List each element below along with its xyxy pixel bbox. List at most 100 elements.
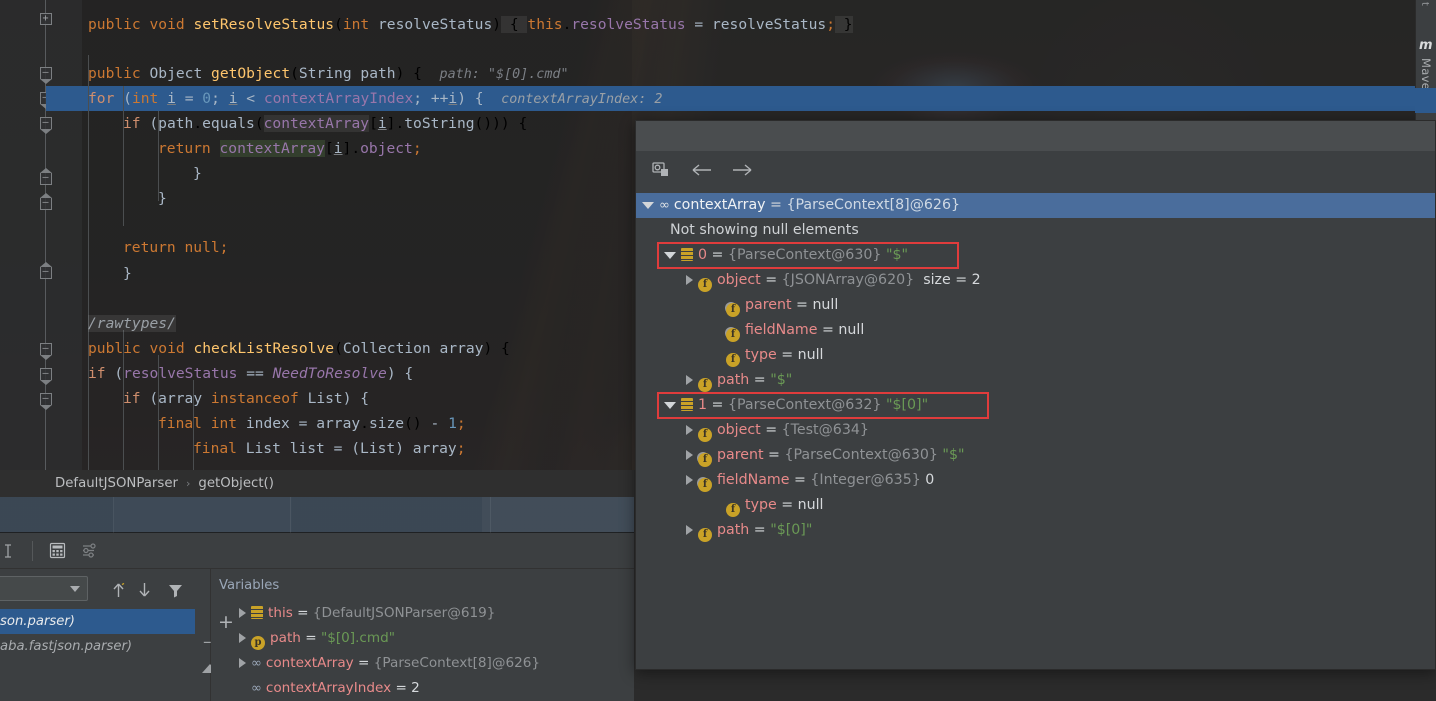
stack-icon bbox=[681, 398, 693, 411]
chevron-right-icon[interactable] bbox=[686, 275, 693, 285]
stack-icon bbox=[251, 606, 263, 619]
node-suffix: 0 bbox=[925, 472, 935, 488]
chevron-down-icon[interactable] bbox=[642, 201, 654, 209]
chevron-right-icon[interactable] bbox=[686, 525, 693, 535]
popup-title-bar[interactable] bbox=[636, 121, 1435, 151]
variable-name: contextArrayIndex bbox=[265, 680, 392, 696]
node-name: path bbox=[717, 372, 750, 388]
toolbar-divider bbox=[32, 540, 33, 561]
debug-tool-window: son.parser) aba.fastjson.parser) – Varia… bbox=[0, 533, 634, 701]
code-line: return null; bbox=[123, 239, 229, 256]
chevron-down-icon[interactable] bbox=[664, 251, 676, 259]
arrow-right-icon[interactable] bbox=[730, 161, 754, 183]
code-line: public void checkListResolve(Collection … bbox=[88, 340, 510, 357]
tree-row-note: Not showing null elements bbox=[636, 218, 1435, 243]
node-value: {JSONArray@620} bbox=[781, 272, 915, 288]
tree-row-field[interactable]: f parent = null bbox=[636, 293, 1435, 318]
field-shadow-icon: f bbox=[698, 478, 712, 492]
tree-row-index-0[interactable]: 0 = {ParseContext@630} "$" bbox=[657, 242, 959, 269]
field-icon: f bbox=[698, 278, 712, 292]
code-line: final int index = array.size() - 1; bbox=[158, 415, 466, 432]
funnel-icon[interactable] bbox=[167, 582, 184, 603]
breadcrumb[interactable]: DefaultJSONParser › getObject() bbox=[0, 470, 634, 497]
node-name: type bbox=[745, 347, 777, 363]
node-value: {Test@634} bbox=[781, 422, 869, 438]
node-value: null bbox=[838, 322, 865, 338]
node-value: {ParseContext@630} bbox=[727, 247, 882, 263]
tree-row-field[interactable]: f path = "$[0]" bbox=[636, 518, 1435, 543]
code-line: public Object getObject(String path) { p… bbox=[88, 65, 569, 82]
breadcrumb-class[interactable]: DefaultJSONParser bbox=[55, 476, 178, 491]
variable-value: "$[0].cmd" bbox=[320, 630, 396, 646]
node-value: "$[0]" bbox=[770, 522, 813, 538]
text-caret-icon[interactable] bbox=[0, 541, 18, 561]
node-suffix: "$[0]" bbox=[885, 397, 929, 413]
arrow-left-icon[interactable] bbox=[690, 161, 714, 183]
variables-list[interactable]: this = {DefaultJSONParser@619} p path = "… bbox=[211, 601, 634, 701]
equals-sign: = bbox=[358, 655, 370, 671]
variable-row[interactable]: ∞ contextArray = {ParseContext[8]@626} bbox=[239, 651, 634, 676]
variable-value: 2 bbox=[411, 680, 420, 696]
variable-row[interactable]: this = {DefaultJSONParser@619} bbox=[239, 601, 634, 626]
field-shadow-icon: f bbox=[698, 453, 712, 467]
variable-name: path bbox=[270, 630, 301, 646]
equals-sign: = bbox=[753, 372, 766, 388]
chevron-right-icon[interactable] bbox=[239, 658, 246, 668]
frames-list[interactable]: son.parser) aba.fastjson.parser) bbox=[0, 609, 195, 659]
tree-row-root[interactable]: ∞ contextArray = {ParseContext[8]@626} bbox=[636, 193, 1435, 218]
calculator-icon[interactable] bbox=[47, 541, 67, 561]
code-line-current: for (int i = 0; i < contextArrayIndex; +… bbox=[88, 90, 663, 107]
popup-toolbar bbox=[636, 151, 1435, 193]
equals-sign: = bbox=[305, 630, 317, 646]
tree-row-field[interactable]: f fieldName = {Integer@635} 0 bbox=[636, 468, 1435, 493]
step-down-icon[interactable] bbox=[136, 581, 153, 603]
variable-row[interactable]: ∞ contextArrayIndex = 2 bbox=[239, 676, 634, 701]
chevron-right-icon[interactable] bbox=[239, 608, 246, 618]
tree-row-field[interactable]: f path = "$" bbox=[636, 368, 1435, 393]
inspect-object-icon[interactable] bbox=[650, 160, 674, 185]
editor-scrollbar-highlight[interactable] bbox=[1415, 88, 1436, 113]
breadcrumb-method[interactable]: getObject() bbox=[198, 476, 274, 491]
chevron-down-icon[interactable] bbox=[664, 401, 676, 409]
layout-settings-icon[interactable] bbox=[79, 541, 99, 561]
tree-row-index-1[interactable]: 1 = {ParseContext@632} "$[0]" bbox=[657, 392, 989, 419]
chevron-right-icon[interactable] bbox=[686, 475, 693, 485]
locals-icon: ∞ bbox=[251, 656, 262, 671]
object-tree[interactable]: ∞ contextArray = {ParseContext[8]@626} No… bbox=[636, 193, 1435, 543]
param-icon: p bbox=[251, 636, 265, 650]
variables-panel: Variables + this = {DefaultJSONParser@61… bbox=[211, 569, 634, 701]
tree-row-field[interactable]: f object = {Test@634} bbox=[636, 418, 1435, 443]
plus-icon[interactable]: + bbox=[218, 611, 234, 633]
chevron-right-icon[interactable] bbox=[686, 450, 693, 460]
stack-icon bbox=[681, 248, 693, 261]
tree-row-field[interactable]: f type = null bbox=[636, 493, 1435, 518]
frame-list-item[interactable]: son.parser) bbox=[0, 609, 195, 634]
breadcrumb-separator-icon: › bbox=[185, 477, 191, 490]
node-name: parent bbox=[745, 297, 792, 313]
editor-bottom-strip bbox=[0, 497, 634, 533]
code-line: } bbox=[158, 190, 167, 207]
chevron-right-icon[interactable] bbox=[686, 425, 693, 435]
equals-sign: = bbox=[395, 680, 407, 696]
node-name: 1 bbox=[698, 397, 708, 413]
node-value: null bbox=[797, 497, 824, 513]
node-name: object bbox=[717, 422, 761, 438]
tree-row-field[interactable]: f type = null bbox=[636, 343, 1435, 368]
frame-list-item[interactable]: aba.fastjson.parser) bbox=[0, 634, 195, 659]
chevron-right-icon[interactable] bbox=[686, 375, 693, 385]
code-line: if (array instanceof List) { bbox=[123, 390, 370, 407]
equals-sign: = bbox=[796, 297, 808, 313]
variable-value: {ParseContext[8]@626} bbox=[373, 655, 541, 671]
locals-icon: ∞ bbox=[251, 681, 262, 696]
variable-row[interactable]: p path = "$[0].cmd" bbox=[239, 626, 634, 651]
tree-row-field[interactable]: f parent = {ParseContext@630} "$" bbox=[636, 443, 1435, 468]
tree-row-field[interactable]: f object = {JSONArray@620} size = 2 bbox=[636, 268, 1435, 293]
chevron-right-icon[interactable] bbox=[239, 633, 246, 643]
step-up-icon[interactable] bbox=[110, 581, 127, 603]
code-line: if (path.equals(contextArray[i].toString… bbox=[123, 115, 528, 132]
code-line: final List list = (List) array; bbox=[193, 440, 466, 457]
thread-selector[interactable] bbox=[0, 576, 88, 601]
tree-row-field[interactable]: f fieldName = null bbox=[636, 318, 1435, 343]
